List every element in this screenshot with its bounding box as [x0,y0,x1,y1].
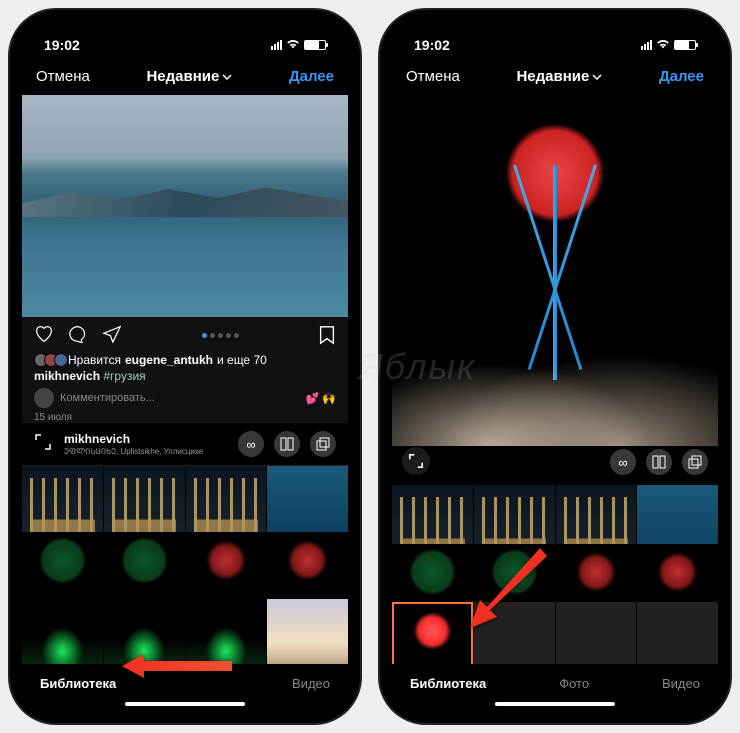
chevron-down-icon [222,74,232,80]
cancel-button[interactable]: Отмена [36,68,90,85]
nav-bar: Отмена Недавние Далее [392,58,718,95]
bookmark-icon[interactable] [318,325,336,345]
comment-icon[interactable] [68,325,88,343]
notch [480,22,630,46]
bottom-tabs: Библиотека Фото Видео [392,664,718,699]
next-button[interactable]: Далее [289,68,334,85]
expand-icon[interactable] [34,433,56,455]
status-time: 19:02 [44,37,80,53]
boomerang-icon[interactable]: ∞ [238,431,264,457]
post-hashtag[interactable]: #грузия [103,369,145,383]
home-indicator[interactable] [495,702,615,706]
bottom-tabs: Библиотека Видео [22,664,348,699]
thumbnail[interactable] [186,599,267,664]
layout-icon[interactable] [646,449,672,475]
tab-library[interactable]: Библиотека [410,676,486,691]
thumbnail[interactable]: 00:28 [267,599,348,664]
post-username[interactable]: mikhnevich [34,369,100,383]
preview-image[interactable]: ∞ [392,95,718,485]
phone-left: 19:02 Отмена Недавние Далее Нравится eug… [10,10,360,723]
status-indicators [641,40,696,50]
thumbnail[interactable]: 00:35 [392,602,473,664]
home-indicator[interactable] [125,702,245,706]
location[interactable]: ᲣᲤᲚᲘᲡᲪᲘᲮᲔ, Uplistsikhe, Уплисцихе [64,446,203,457]
tab-video[interactable]: Видео [662,676,700,691]
account-bar: mikhnevichᲣᲤᲚᲘᲡᲪᲘᲮᲔ, Uplistsikhe, Уплисц… [22,423,348,466]
tab-photo[interactable]: Фото [559,676,589,691]
status-time: 19:02 [414,37,450,53]
like-icon[interactable] [34,325,54,343]
chevron-down-icon [592,74,602,80]
status-indicators [271,40,326,50]
battery-icon [304,40,326,50]
tab-library[interactable]: Библиотека [40,676,116,691]
signal-icon [641,40,652,50]
share-icon[interactable] [102,325,122,343]
post-date: 15 июля [34,412,336,423]
post-actions [22,317,348,353]
nav-bar: Отмена Недавние Далее [22,58,348,95]
carousel-dots [202,325,239,345]
post-text: Нравится eugene_antukh и еще 70 mikhnevi… [22,353,348,423]
thumbnail[interactable] [556,602,637,664]
comment-input[interactable]: Комментировать... [60,392,155,404]
next-button[interactable]: Далее [659,68,704,85]
multi-select-icon[interactable] [682,449,708,475]
phone-right: 19:02 Отмена Недавние Далее ∞ 00:35 Библ… [380,10,730,723]
layout-icon[interactable] [274,431,300,457]
wifi-icon [286,40,300,50]
multi-select-icon[interactable] [310,431,336,457]
album-selector[interactable]: Недавние [146,68,232,85]
wifi-icon [656,40,670,50]
expand-icon[interactable] [402,447,430,475]
tab-video[interactable]: Видео [292,676,330,691]
boomerang-icon[interactable]: ∞ [610,449,636,475]
photo-grid: 00:1000:0700:3500:28 [22,466,348,664]
likes-username[interactable]: eugene_antukh [125,353,213,367]
signal-icon [271,40,282,50]
thumbnail[interactable] [22,599,103,664]
album-selector[interactable]: Недавние [516,68,602,85]
preview-area: Нравится eugene_antukh и еще 70 mikhnevi… [22,95,348,423]
avatar [34,388,54,408]
battery-icon [674,40,696,50]
photo-grid: 00:35 [392,485,718,664]
thumbnail[interactable] [637,602,718,664]
cancel-button[interactable]: Отмена [406,68,460,85]
preview-image[interactable] [22,95,348,317]
account-name[interactable]: mikhnevich [64,432,203,446]
thumbnail[interactable] [104,599,185,664]
notch [110,22,260,46]
preview-area: ∞ [392,95,718,485]
thumbnail[interactable] [474,602,555,664]
